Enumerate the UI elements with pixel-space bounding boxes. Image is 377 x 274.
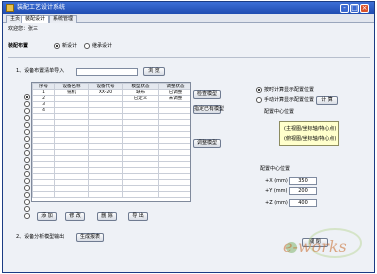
- row-select-radio[interactable]: [24, 115, 30, 121]
- mode-inherit-label: 继承设计: [92, 43, 113, 49]
- center-title: 配置中心位置: [260, 166, 291, 172]
- hint-line-top: (俯视图/坐标轴/特心点): [284, 136, 337, 142]
- generate-report-button[interactable]: 生成报表: [76, 233, 104, 242]
- manual-calc-radio[interactable]: [256, 97, 262, 103]
- row-select-radio[interactable]: [24, 108, 30, 114]
- row-select-radio[interactable]: [24, 213, 30, 219]
- maximize-button[interactable]: □: [350, 4, 359, 13]
- row-select-radio[interactable]: [24, 171, 30, 177]
- row-select-radio[interactable]: [24, 129, 30, 135]
- export-section-label: 2、设备分析模型输出: [16, 234, 65, 240]
- row-select-radio[interactable]: [24, 206, 30, 212]
- table-cell: [88, 191, 123, 198]
- row-select-radio[interactable]: [24, 157, 30, 163]
- row-select-radio[interactable]: [24, 136, 30, 142]
- import-path-input[interactable]: [76, 68, 138, 76]
- tab-system-admin[interactable]: 系统管理: [49, 15, 78, 23]
- auto-calc-radio[interactable]: [256, 87, 262, 93]
- row-select-radio[interactable]: [24, 143, 30, 149]
- table-cell: [158, 191, 190, 198]
- equipment-table: 序号 设备名称 设备代号 模型状态 调整状态 1 铣机 XX-20 缺布 已调整 2 已定义 未调整 3…: [31, 82, 191, 202]
- browse-button[interactable]: 浏 览: [143, 67, 165, 76]
- row-select-radio[interactable]: [24, 199, 30, 205]
- export-button[interactable]: 导 出: [128, 212, 148, 221]
- coord-y-label: +Y (mm): [265, 188, 288, 194]
- row-select-radio[interactable]: [24, 94, 30, 100]
- tab-bar: 主页 装配设计 系统管理: [3, 14, 374, 23]
- row-select-radio[interactable]: [24, 178, 30, 184]
- row-select-radio[interactable]: [24, 150, 30, 156]
- assign-model-button[interactable]: 指定已有模型: [193, 105, 224, 114]
- title-bar[interactable]: 装配工艺设计系统 - □ ×: [3, 2, 374, 14]
- coord-x-input[interactable]: 350: [289, 177, 317, 185]
- coord-z-input[interactable]: 400: [289, 199, 317, 207]
- minimize-button[interactable]: -: [340, 4, 349, 13]
- delete-button[interactable]: 删 除: [97, 212, 117, 221]
- watermark-logo: e-works: [283, 237, 347, 256]
- table-row[interactable]: [32, 191, 190, 198]
- import-label: 1、设备布置清单导入: [16, 68, 65, 74]
- add-button[interactable]: 添 加: [37, 212, 57, 221]
- separator: [8, 57, 370, 58]
- welcome-text: 欢迎您：张三: [8, 26, 39, 32]
- location-title: 配置中心位置: [264, 109, 295, 115]
- table-cell: [54, 191, 89, 198]
- auto-calc-label: 按时计算显示配置位置: [264, 87, 315, 93]
- check-model-button[interactable]: 检查模型: [193, 90, 221, 99]
- hint-box: (主视图/坐标轴/特心点) (俯视图/坐标轴/特心点): [279, 121, 339, 146]
- modify-button[interactable]: 修 改: [65, 212, 85, 221]
- window-title: 装配工艺设计系统: [17, 4, 66, 11]
- compute-button[interactable]: 计 算: [316, 96, 338, 105]
- section-label: 装配布置: [8, 43, 29, 49]
- table-cell: [122, 191, 159, 198]
- adjust-model-button[interactable]: 调整模型: [193, 139, 221, 148]
- app-icon: [6, 4, 14, 12]
- coord-x-label: +X (mm): [265, 178, 288, 184]
- mode-new-label: 新设计: [62, 43, 78, 49]
- row-select-radio[interactable]: [24, 122, 30, 128]
- coord-z-label: +Z (mm): [265, 200, 288, 206]
- coord-y-input[interactable]: 200: [289, 187, 317, 195]
- app-window: 装配工艺设计系统 - □ × 主页 装配设计 系统管理 欢迎您：张三 装配布置 …: [2, 1, 375, 273]
- row-select-radio[interactable]: [24, 192, 30, 198]
- row-select-radio[interactable]: [24, 101, 30, 107]
- table-cell: [32, 191, 55, 198]
- mode-inherit-radio[interactable]: [84, 43, 90, 49]
- row-selector-column: [24, 88, 31, 220]
- mode-new-radio[interactable]: [54, 43, 60, 49]
- manual-calc-label: 手动计算显示配置位置: [264, 97, 315, 103]
- hint-line-front: (主视图/坐标轴/特心点): [284, 126, 337, 132]
- close-window-button[interactable]: ×: [360, 4, 369, 13]
- row-select-radio[interactable]: [24, 164, 30, 170]
- row-select-radio[interactable]: [24, 185, 30, 191]
- tab-assembly-design[interactable]: 装配设计: [21, 15, 50, 23]
